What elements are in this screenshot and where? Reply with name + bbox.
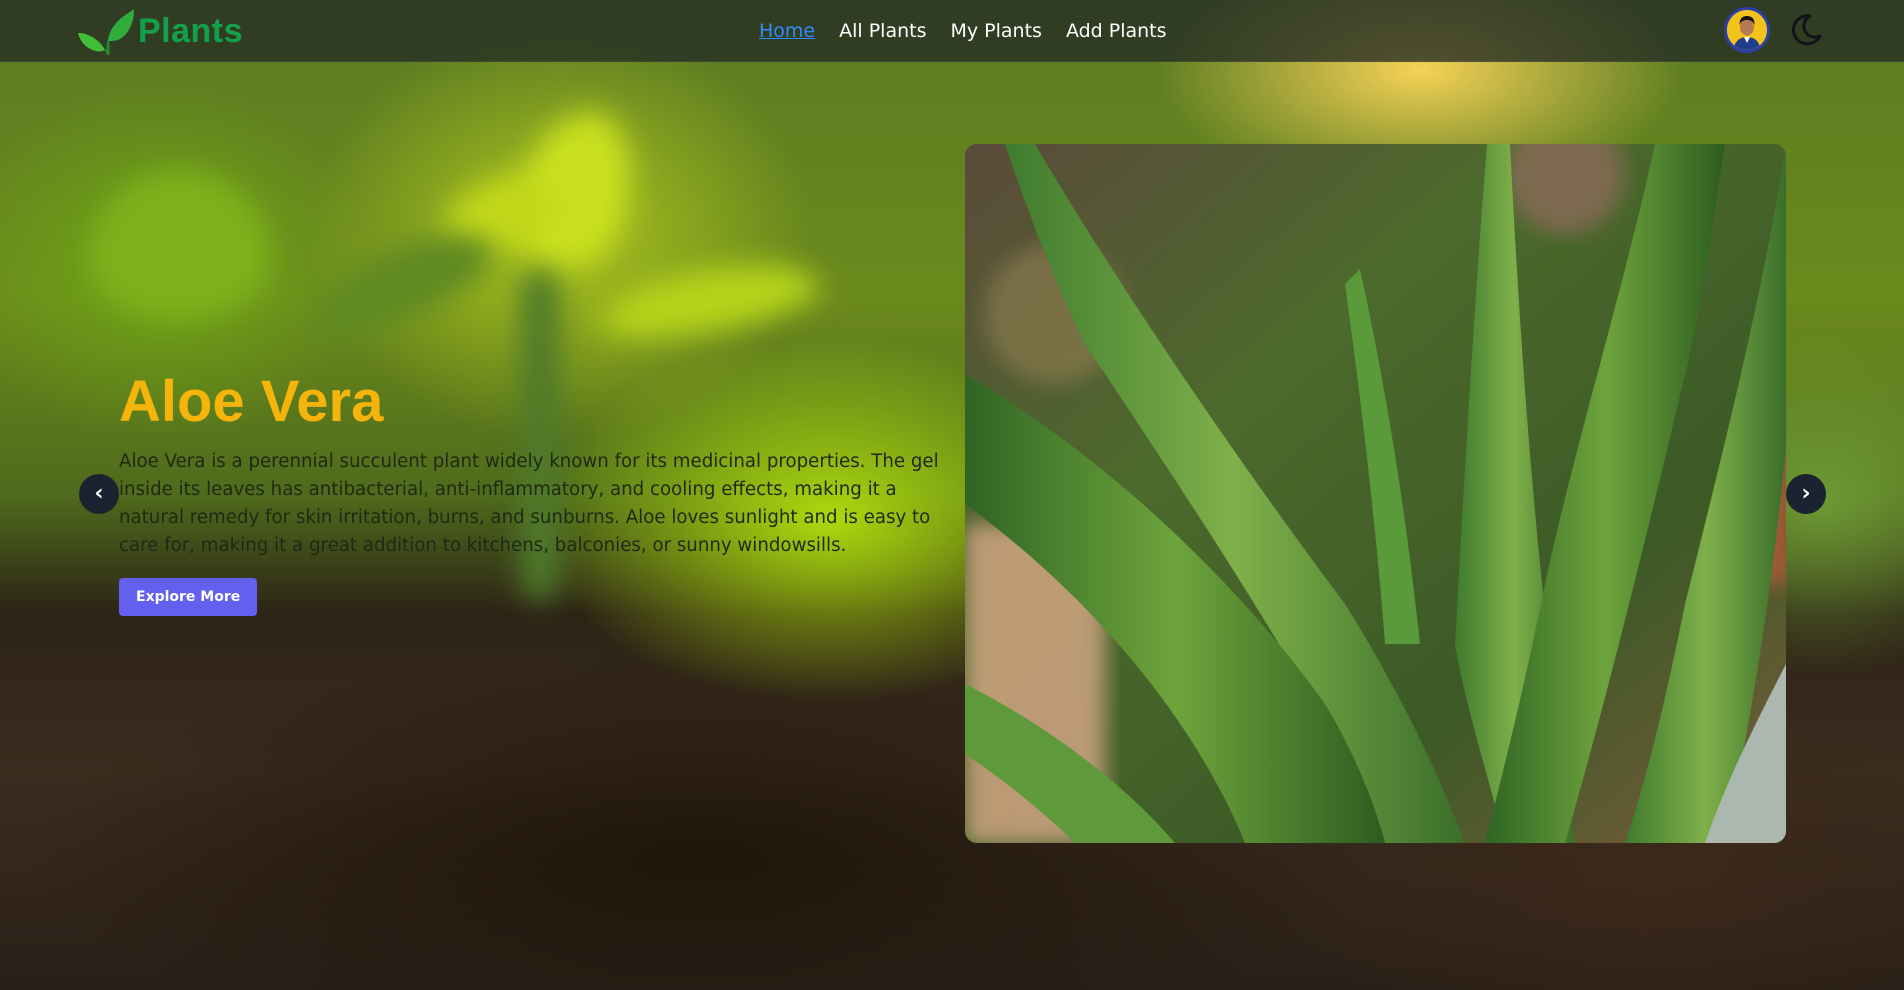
avatar-icon bbox=[1727, 10, 1767, 50]
nav-link-add-plants[interactable]: Add Plants bbox=[1066, 20, 1167, 42]
brand-name: Plants bbox=[138, 11, 244, 50]
background-leaf bbox=[596, 251, 824, 349]
background-leaf bbox=[90, 170, 270, 320]
theme-toggle-button[interactable] bbox=[1786, 10, 1826, 50]
explore-more-button[interactable]: Explore More bbox=[119, 577, 258, 616]
user-avatar[interactable] bbox=[1724, 7, 1770, 53]
nav-link-home[interactable]: Home bbox=[759, 20, 815, 42]
nav-link-my-plants[interactable]: My Plants bbox=[950, 20, 1041, 42]
carousel-next-button[interactable]: › bbox=[1786, 474, 1826, 514]
hero-image-aloe-vera bbox=[965, 144, 1786, 843]
chevron-left-icon: ‹ bbox=[94, 481, 104, 506]
page: Plants Home All Plants My Plants Add Pla… bbox=[0, 0, 1904, 990]
carousel-prev-button[interactable]: ‹ bbox=[79, 474, 119, 514]
navbar: Plants Home All Plants My Plants Add Pla… bbox=[0, 0, 1904, 62]
moon-icon bbox=[1788, 12, 1824, 48]
chevron-right-icon: › bbox=[1801, 481, 1811, 506]
nav-link-all-plants[interactable]: All Plants bbox=[839, 20, 926, 42]
hero-title: Aloe Vera bbox=[119, 369, 384, 434]
hero-content: Aloe Vera Aloe Vera is a perennial succu… bbox=[119, 370, 939, 616]
leaf-icon bbox=[78, 5, 136, 57]
nav-links: Home All Plants My Plants Add Plants bbox=[759, 0, 1167, 62]
brand-logo[interactable]: Plants bbox=[78, 4, 243, 58]
hero-description: Aloe Vera is a perennial succulent plant… bbox=[119, 450, 939, 556]
